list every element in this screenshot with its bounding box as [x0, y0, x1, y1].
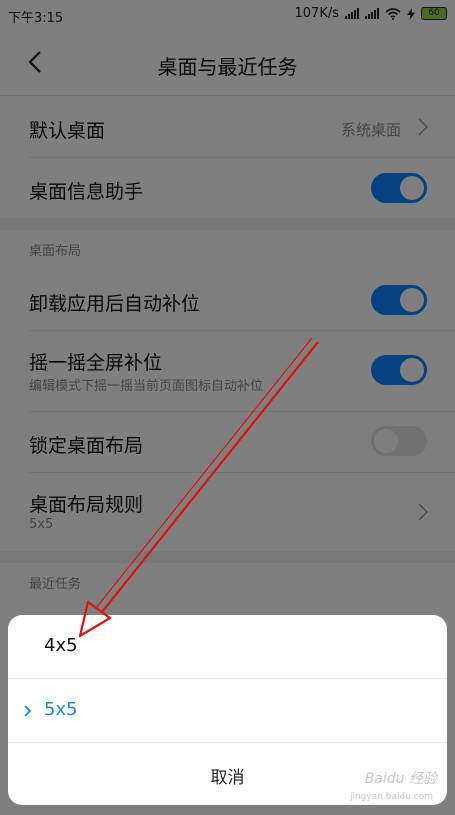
- option-label: 5x5: [44, 699, 78, 720]
- option-5x5[interactable]: 5x5: [8, 679, 447, 742]
- option-4x5[interactable]: 4x5: [8, 615, 447, 678]
- option-label: 4x5: [44, 635, 78, 656]
- cancel-label: 取消: [210, 768, 245, 788]
- watermark-brand: Baidu 经验: [364, 771, 437, 787]
- selected-chevron-icon: [24, 705, 32, 717]
- watermark-url: jingyan.baidu.com: [349, 792, 433, 802]
